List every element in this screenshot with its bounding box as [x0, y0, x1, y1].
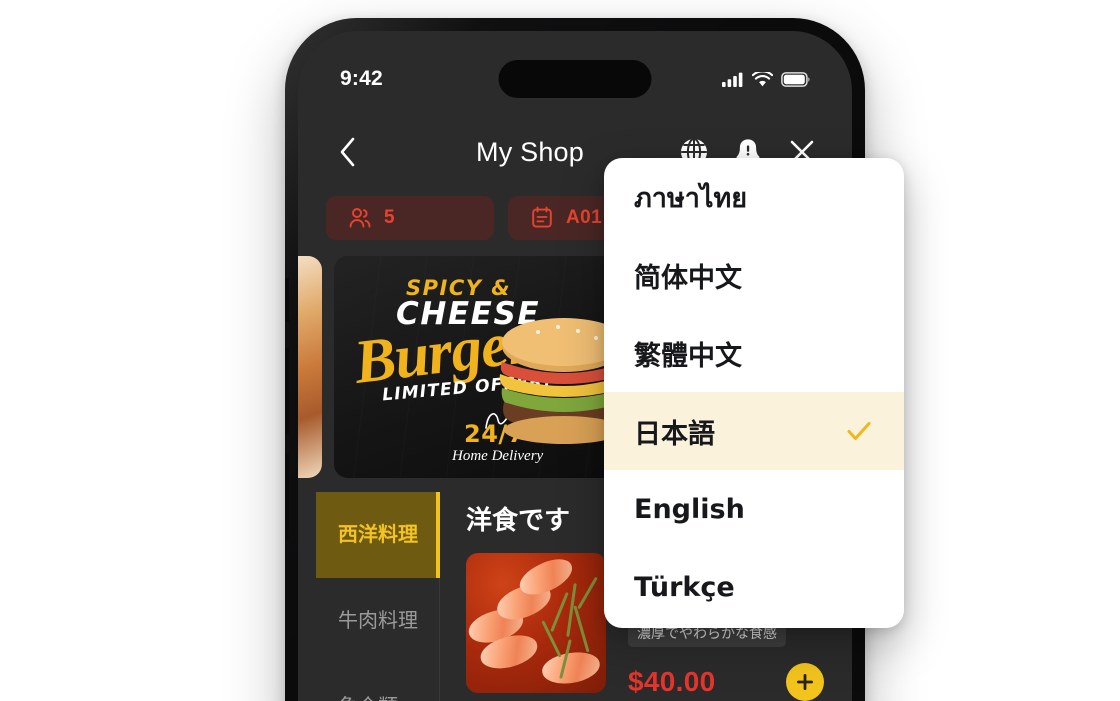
check-icon	[847, 422, 871, 440]
category-label: 牛肉料理	[338, 609, 418, 632]
clipboard-icon	[532, 206, 552, 228]
language-option-turkish[interactable]: Türkçe	[604, 548, 904, 626]
wifi-icon	[752, 71, 773, 86]
language-label: 简体中文	[634, 262, 742, 294]
language-option-thai[interactable]: ภาษาไทย	[604, 158, 904, 236]
language-option-simplified-chinese[interactable]: 简体中文	[604, 236, 904, 314]
battery-icon	[781, 71, 810, 87]
category-label: 魚介類	[338, 695, 398, 701]
language-label: ภาษาไทย	[634, 182, 748, 214]
status-icons	[722, 71, 810, 87]
dish-price: $40.00	[628, 666, 716, 697]
chevron-left-icon	[340, 137, 354, 167]
promo-card-previous[interactable]	[298, 256, 322, 478]
dish-image[interactable]	[466, 553, 606, 693]
promo-delivery-text: Home Delivery	[452, 448, 544, 464]
language-option-traditional-chinese[interactable]: 繁體中文	[604, 314, 904, 392]
status-time: 9:42	[340, 67, 383, 90]
screenshot-stage: 9:42 My Shop 5 A01 SPICY & CHEESE Burger…	[0, 0, 1120, 701]
category-label: 西洋料理	[338, 523, 418, 546]
volume-up-button[interactable]	[285, 348, 289, 434]
category-sidebar: 西洋料理 牛肉料理 魚介類	[298, 492, 440, 701]
language-dropdown-menu[interactable]: ภาษาไทย 简体中文 繁體中文 日本語 English Türkçe	[604, 158, 904, 628]
language-label: Türkçe	[634, 571, 735, 603]
table-number-value: A01	[566, 207, 603, 228]
guest-count-badge[interactable]: 5	[326, 196, 494, 240]
volume-down-button[interactable]	[285, 454, 289, 540]
plus-icon	[797, 674, 813, 690]
language-option-japanese[interactable]: 日本語	[604, 392, 904, 470]
promo-card-burger[interactable]: SPICY & CHEESE Burgers LIMITED OFFER! 24…	[334, 256, 636, 478]
guest-count-value: 5	[384, 207, 395, 228]
add-to-cart-button[interactable]	[786, 663, 824, 701]
language-option-english[interactable]: English	[604, 470, 904, 548]
category-item-beef[interactable]: 牛肉料理	[316, 578, 439, 664]
back-button[interactable]	[328, 133, 366, 171]
language-label: 繁體中文	[634, 340, 742, 372]
category-item-seafood[interactable]: 魚介類	[316, 664, 439, 701]
language-label: English	[634, 493, 745, 525]
dish-price-row: $40.00	[628, 663, 852, 701]
dynamic-island	[498, 60, 652, 98]
cellular-signal-icon	[722, 72, 743, 87]
language-label: 日本語	[634, 418, 715, 450]
category-item-western[interactable]: 西洋料理	[316, 492, 440, 578]
people-icon	[349, 208, 371, 228]
mute-switch[interactable]	[285, 278, 289, 322]
